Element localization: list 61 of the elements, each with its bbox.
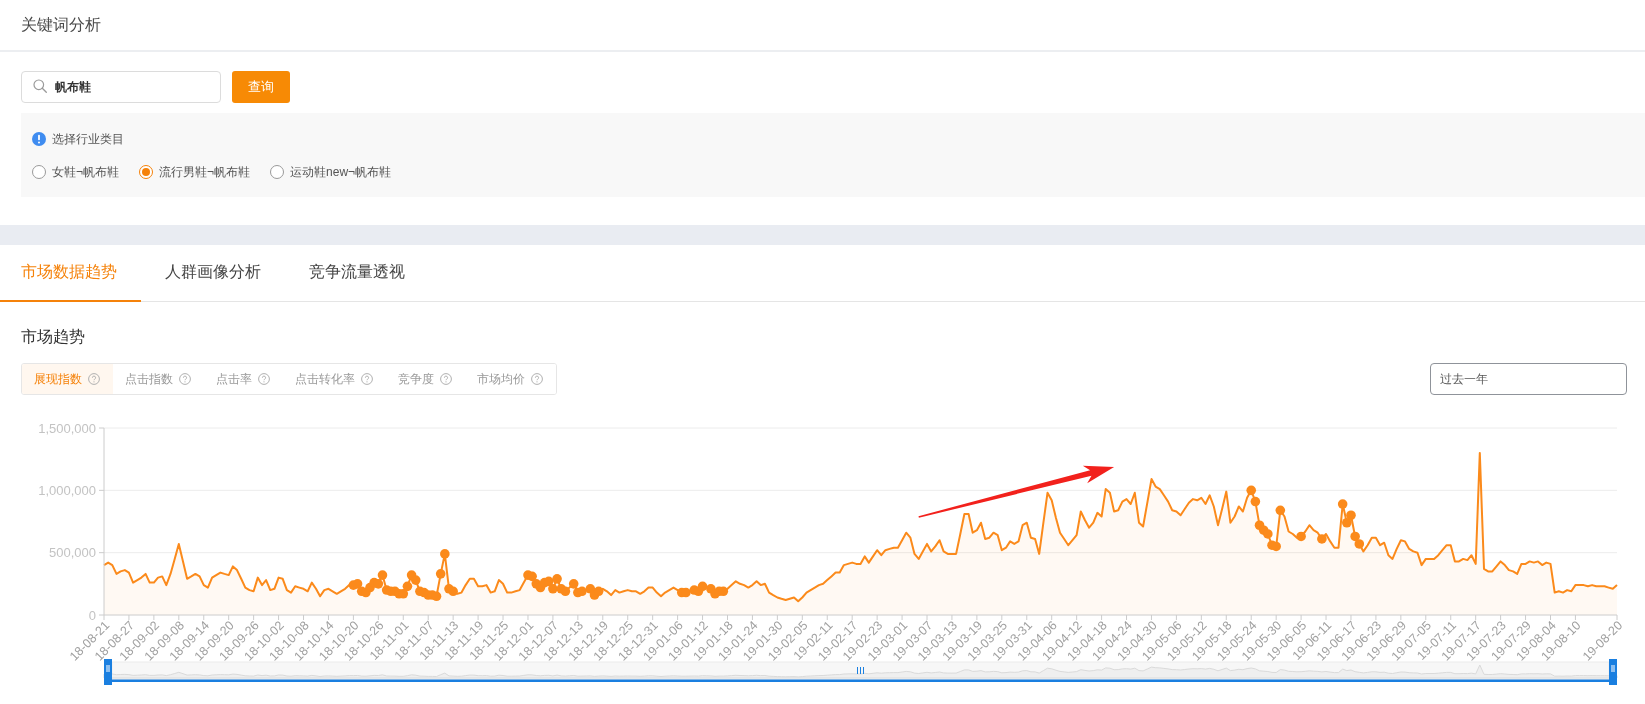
data-point [352,579,363,589]
data-point [398,589,409,599]
data-point [1317,534,1327,544]
grip-icon[interactable] [857,667,864,674]
data-point [568,579,579,589]
data-point [1250,496,1261,507]
data-point [1342,517,1352,528]
data-point [377,570,388,580]
search-icon [33,79,47,93]
help-icon [361,373,373,385]
tab[interactable]: 人群画像分析 [141,245,285,302]
tab[interactable]: 市场数据趋势 [0,245,141,302]
metric-tab[interactable]: 展现指数 [22,364,113,394]
data-point [681,587,691,598]
data-point [1350,531,1360,542]
data-point [1296,531,1306,542]
data-point [410,575,421,585]
category-radio[interactable]: 运动鞋new¬帆布鞋 [270,164,392,180]
y-axis-label: 500,000 [49,545,96,561]
data-point [552,574,562,584]
help-icon [531,373,543,385]
data-point [1354,539,1365,549]
data-point [697,581,708,592]
slider-handle[interactable] [104,659,112,685]
section-title: 市场趋势 [21,327,85,347]
slider-handle[interactable] [1609,659,1617,685]
data-point [435,569,446,579]
y-axis-label: 0 [88,607,96,623]
data-point [1246,485,1256,496]
help-icon [88,373,100,385]
data-point [431,591,442,602]
data-point [440,549,450,559]
help-icon [440,373,452,385]
tab[interactable]: 竞争流量透视 [285,245,429,302]
data-point [1271,541,1281,552]
data-point [718,586,729,597]
y-axis-label: 1,000,000 [38,482,96,498]
y-axis-label: 1,500,000 [38,420,96,436]
data-point [560,586,571,597]
data-point [548,584,558,594]
query-button[interactable]: 查询 [232,71,290,103]
help-icon [258,373,270,385]
data-point [577,586,587,597]
data-point [373,579,384,589]
category-radio[interactable]: 女鞋¬帆布鞋 [32,164,119,180]
selected-range-bar[interactable] [112,679,1609,682]
data-point [527,571,537,582]
category-label: 选择行业类目 [52,130,124,148]
data-point [593,586,604,597]
time-range-select[interactable]: 过去一年 [1430,363,1627,395]
data-point [1263,529,1273,539]
data-point [448,586,458,597]
data-point [1337,499,1348,509]
category-radio[interactable]: 流行男鞋¬帆布鞋 [139,164,251,180]
data-point [1275,505,1286,516]
help-icon [179,373,191,385]
page-title: 关键词分析 [21,14,101,35]
data-point [1346,510,1356,521]
info-icon [32,132,46,146]
search-field[interactable]: 帆布鞋 [21,71,221,103]
data-point [402,581,413,592]
